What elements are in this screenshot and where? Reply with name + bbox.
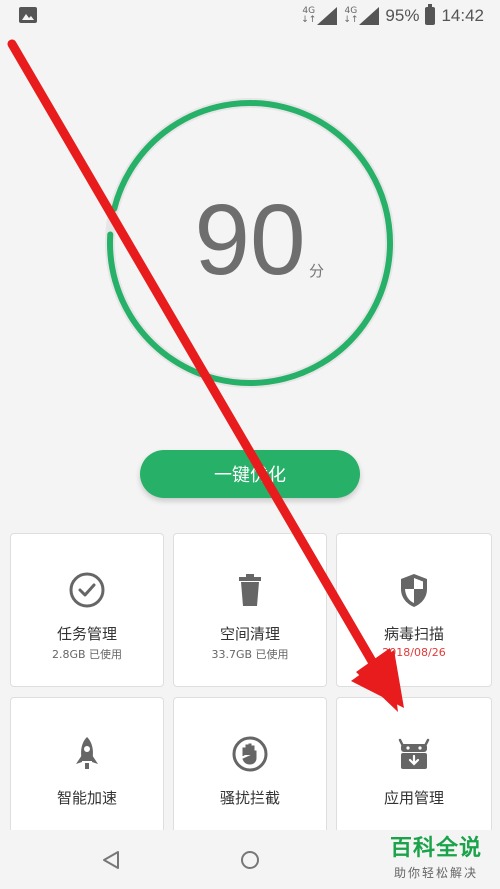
tool-card-task-manager[interactable]: 任务管理 2.8GB 已使用 <box>10 533 164 687</box>
battery-percent: 95% <box>385 6 420 25</box>
back-icon[interactable] <box>102 850 120 870</box>
score-unit: 分 <box>309 262 325 280</box>
shield-icon <box>401 574 427 607</box>
signal-icon <box>317 7 338 25</box>
tool-card-space-clean[interactable]: 空间清理 33.7GB 已使用 <box>173 533 327 687</box>
score-value: 90 <box>194 184 306 296</box>
tool-card-harass-block[interactable]: 骚扰拦截 <box>173 697 327 849</box>
tool-subtitle: 2018/08/26 <box>382 646 446 659</box>
tool-title: 骚扰拦截 <box>219 789 280 807</box>
watermark-subtitle: 助你轻松解决 <box>393 866 478 880</box>
signal-2: 4G ↓↑ <box>343 7 380 25</box>
tool-title: 智能加速 <box>56 789 117 807</box>
watermark: 百科全说 助你轻松解决 <box>376 830 496 885</box>
signal-icon <box>359 7 380 25</box>
tool-card-smart-boost[interactable]: 智能加速 <box>10 697 164 849</box>
hand-block-icon <box>232 736 268 772</box>
watermark-title: 百科全说 <box>389 836 482 861</box>
one-click-optimize-button[interactable]: 一键优化 <box>140 450 360 498</box>
signal-1: 4G ↓↑ <box>301 7 338 25</box>
tool-subtitle: 2.8GB 已使用 <box>51 648 123 661</box>
tool-title: 任务管理 <box>56 625 117 643</box>
trash-icon <box>239 574 261 606</box>
check-circle-icon <box>69 572 105 608</box>
tool-card-app-manager[interactable]: 应用管理 <box>336 697 492 849</box>
rocket-icon <box>76 737 98 769</box>
tool-title: 应用管理 <box>383 789 444 807</box>
android-box-icon <box>398 738 430 769</box>
battery-icon <box>425 4 436 25</box>
clock: 14:42 <box>441 6 484 25</box>
status-bar: 4G ↓↑ 4G ↓↑ 95% 14:42 <box>0 0 500 32</box>
tool-card-virus-scan[interactable]: 病毒扫描 2018/08/26 <box>336 533 492 687</box>
home-icon[interactable] <box>240 850 260 870</box>
tool-title: 空间清理 <box>219 625 280 643</box>
tool-title: 病毒扫描 <box>383 625 444 643</box>
tool-subtitle: 33.7GB 已使用 <box>211 648 289 661</box>
image-icon <box>19 7 37 23</box>
